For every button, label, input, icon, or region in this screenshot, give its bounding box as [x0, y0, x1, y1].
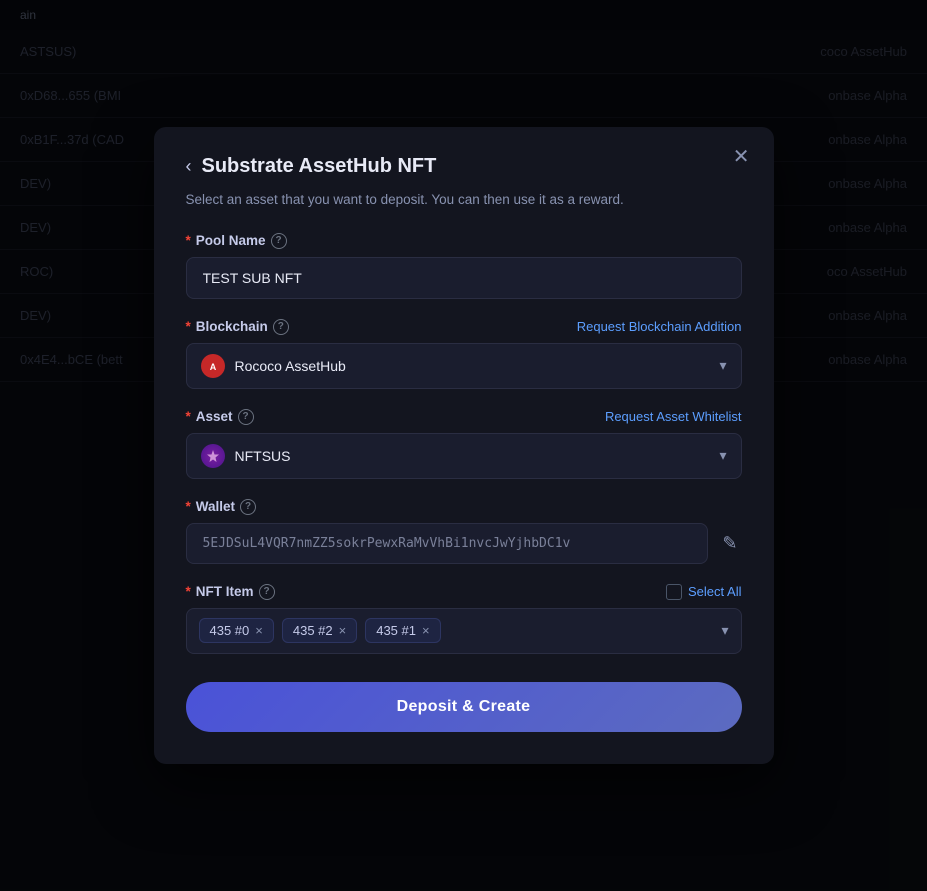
blockchain-select[interactable]: A Rococo AssetHub ▾ — [186, 343, 742, 389]
edit-icon: ✎ — [722, 533, 737, 554]
modal-subtitle: Select an asset that you want to deposit… — [186, 190, 742, 210]
nft-tag-1-close[interactable]: × — [339, 624, 347, 637]
asset-field-group: * Asset ? Request Asset Whitelist NFTSUS… — [186, 409, 742, 479]
select-all-label[interactable]: Select All — [688, 584, 741, 599]
blockchain-chevron-icon: ▾ — [719, 357, 726, 374]
pool-name-required-star: * — [186, 233, 191, 248]
asset-chevron-icon: ▾ — [719, 447, 726, 464]
blockchain-icon: A — [201, 354, 225, 378]
wallet-input[interactable] — [186, 523, 709, 564]
nft-items-select[interactable]: 435 #0 × 435 #2 × 435 #1 × ▾ — [186, 608, 742, 654]
asset-label-text: Asset — [196, 409, 233, 424]
nft-tag-2-label: 435 #1 — [376, 623, 416, 638]
asset-request-link[interactable]: Request Asset Whitelist — [605, 409, 742, 424]
pool-name-label-row: * Pool Name ? — [186, 233, 742, 249]
blockchain-label: * Blockchain ? — [186, 319, 289, 335]
pool-name-label-text: Pool Name — [196, 233, 266, 248]
asset-selected-value: NFTSUS — [235, 448, 291, 464]
pool-name-help-icon[interactable]: ? — [271, 233, 287, 249]
nft-item-help-icon[interactable]: ? — [259, 584, 275, 600]
modal-header: ‹ Substrate AssetHub NFT — [186, 155, 742, 178]
modal: ✕ ‹ Substrate AssetHub NFT Select an ass… — [154, 127, 774, 763]
svg-text:A: A — [209, 362, 216, 372]
nft-tag-2[interactable]: 435 #1 × — [365, 618, 440, 643]
asset-select[interactable]: NFTSUS ▾ — [186, 433, 742, 479]
select-all-checkbox[interactable] — [666, 584, 682, 600]
blockchain-label-text: Blockchain — [196, 319, 268, 334]
blockchain-label-row: * Blockchain ? Request Blockchain Additi… — [186, 319, 742, 335]
pool-name-field-group: * Pool Name ? — [186, 233, 742, 299]
nft-tag-1[interactable]: 435 #2 × — [282, 618, 357, 643]
modal-back-button[interactable]: ‹ — [186, 156, 192, 177]
wallet-help-icon[interactable]: ? — [240, 499, 256, 515]
asset-label: * Asset ? — [186, 409, 254, 425]
wallet-input-row: ✎ — [186, 523, 742, 564]
blockchain-selected-value: Rococo AssetHub — [235, 358, 346, 374]
wallet-label-text: Wallet — [196, 499, 235, 514]
wallet-edit-button[interactable]: ✎ — [718, 529, 741, 558]
wallet-label-row: * Wallet ? — [186, 499, 742, 515]
blockchain-request-link[interactable]: Request Blockchain Addition — [577, 319, 742, 334]
nft-tag-0-label: 435 #0 — [210, 623, 250, 638]
pool-name-input[interactable] — [186, 257, 742, 299]
modal-close-button[interactable]: ✕ — [733, 147, 750, 167]
blockchain-select-inner: A Rococo AssetHub — [201, 354, 346, 378]
asset-select-inner: NFTSUS — [201, 444, 291, 468]
nft-tag-0-close[interactable]: × — [255, 624, 263, 637]
modal-overlay: ✕ ‹ Substrate AssetHub NFT Select an ass… — [0, 0, 927, 891]
modal-title: Substrate AssetHub NFT — [202, 155, 437, 178]
wallet-label: * Wallet ? — [186, 499, 257, 515]
nft-item-label: * NFT Item ? — [186, 584, 275, 600]
blockchain-required-star: * — [186, 319, 191, 334]
nft-item-field-group: * NFT Item ? Select All 435 #0 × 435 #2 … — [186, 584, 742, 654]
asset-icon — [201, 444, 225, 468]
select-all-row: Select All — [666, 584, 741, 600]
blockchain-field-group: * Blockchain ? Request Blockchain Additi… — [186, 319, 742, 389]
nft-tag-0[interactable]: 435 #0 × — [199, 618, 274, 643]
nft-tag-2-close[interactable]: × — [422, 624, 430, 637]
asset-help-icon[interactable]: ? — [238, 409, 254, 425]
nft-tag-1-label: 435 #2 — [293, 623, 333, 638]
back-arrow-icon: ‹ — [186, 156, 192, 177]
nft-items-chevron-icon: ▾ — [721, 622, 728, 639]
nft-item-label-row: * NFT Item ? Select All — [186, 584, 742, 600]
nft-item-label-text: NFT Item — [196, 584, 254, 599]
asset-required-star: * — [186, 409, 191, 424]
wallet-required-star: * — [186, 499, 191, 514]
wallet-field-group: * Wallet ? ✎ — [186, 499, 742, 564]
nft-item-required-star: * — [186, 584, 191, 599]
deposit-create-button[interactable]: Deposit & Create — [186, 682, 742, 732]
pool-name-label: * Pool Name ? — [186, 233, 287, 249]
asset-label-row: * Asset ? Request Asset Whitelist — [186, 409, 742, 425]
blockchain-help-icon[interactable]: ? — [273, 319, 289, 335]
